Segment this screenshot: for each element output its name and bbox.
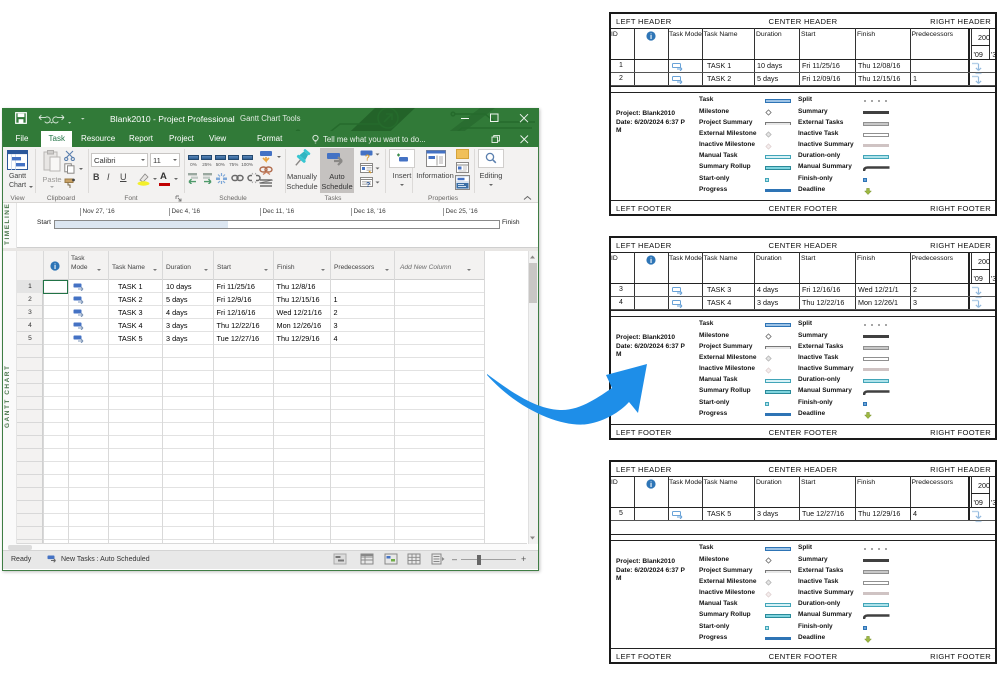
svg-text:i: i bbox=[650, 31, 652, 40]
svg-text:?: ? bbox=[365, 154, 370, 162]
svg-text:i: i bbox=[650, 479, 652, 488]
svg-text:i: i bbox=[650, 255, 652, 264]
svg-text:?: ? bbox=[366, 182, 370, 188]
svg-text:i: i bbox=[54, 262, 56, 271]
